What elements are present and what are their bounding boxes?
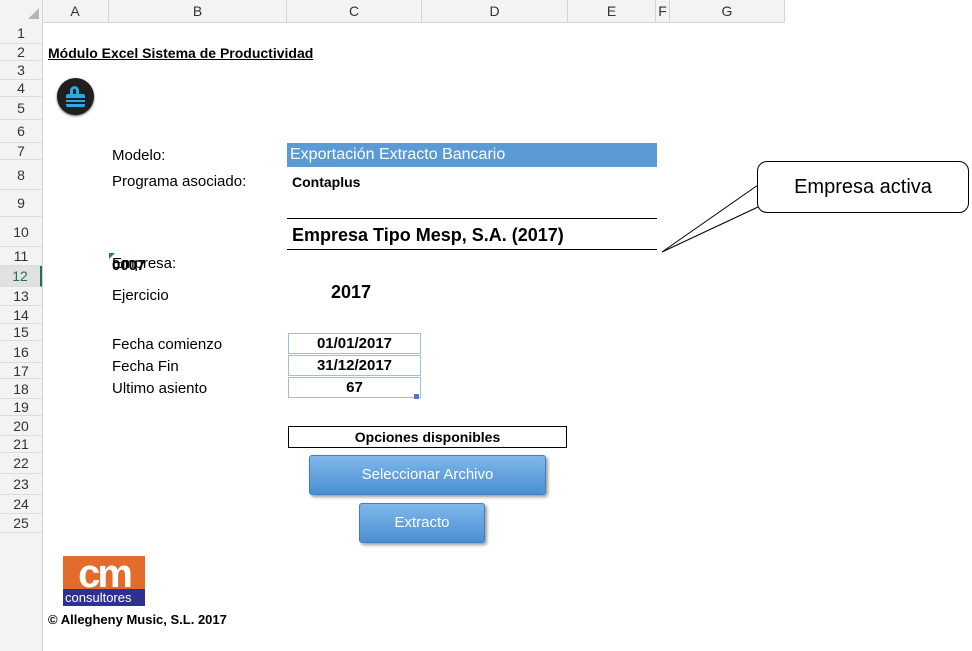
column-header-e[interactable]: E	[568, 0, 656, 22]
row-header[interactable]: 15	[0, 324, 42, 341]
column-header-d[interactable]: D	[422, 0, 568, 22]
empresa-bottom-border	[287, 249, 657, 250]
programa-label: Programa asociado:	[112, 173, 247, 190]
column-header-g[interactable]: G	[670, 0, 785, 22]
callout-pointer	[661, 185, 759, 253]
row-header[interactable]: 6	[0, 120, 42, 143]
lock-icon[interactable]	[57, 78, 94, 115]
row-header-bar: 1 2 3 4 5 6 7 8 9 10 11 12 13 14 15 16 1…	[0, 22, 43, 651]
ultimo-asiento-field[interactable]: 67	[288, 377, 421, 398]
row-header[interactable]: 9	[0, 190, 42, 217]
empresa-activa-callout[interactable]: Empresa activa	[757, 161, 969, 213]
row-header[interactable]: 23	[0, 474, 42, 495]
ejercicio-label: Ejercicio	[112, 287, 169, 304]
column-header-bar: A B C D E F G	[0, 0, 785, 23]
spreadsheet: A B C D E F G 1 2 3 4 5 6 7 8 9 10 11 12…	[0, 0, 785, 651]
empresa-value[interactable]: Empresa Tipo Mesp, S.A. (2017)	[292, 225, 564, 246]
cm-consultores-logo: cm consultores	[63, 552, 145, 606]
modelo-label: Modelo:	[112, 147, 166, 164]
select-all-corner[interactable]	[0, 0, 43, 22]
logo-text: consultores	[63, 589, 145, 606]
row-header[interactable]: 17	[0, 363, 42, 379]
page-title: Módulo Excel Sistema de Productividad	[48, 45, 314, 61]
column-header-f[interactable]: F	[656, 0, 670, 22]
programa-value[interactable]: Contaplus	[292, 174, 360, 190]
fecha-comienzo-field[interactable]: 01/01/2017	[288, 333, 421, 354]
row-header[interactable]: 3	[0, 61, 42, 80]
column-header-b[interactable]: B	[109, 0, 287, 22]
ejercicio-value[interactable]: 2017	[331, 282, 371, 303]
row-header[interactable]: 13	[0, 287, 42, 306]
row-header[interactable]: 11	[0, 247, 42, 266]
row-header[interactable]: 7	[0, 143, 42, 160]
row-header[interactable]: 14	[0, 306, 42, 324]
row-header[interactable]: 24	[0, 495, 42, 514]
row-header[interactable]: 18	[0, 379, 42, 399]
modelo-value[interactable]: Exportación Extracto Bancario	[287, 143, 657, 167]
row-header[interactable]: 2	[0, 44, 42, 61]
row-header[interactable]: 20	[0, 416, 42, 436]
column-header-a[interactable]: A	[42, 0, 109, 22]
row-header[interactable]: 19	[0, 399, 42, 416]
empresa-top-border	[287, 218, 657, 219]
row-header[interactable]: 4	[0, 80, 42, 97]
row-header[interactable]: 25	[0, 514, 42, 533]
row-header[interactable]: 10	[0, 217, 42, 247]
row-header[interactable]: 5	[0, 97, 42, 120]
row-header[interactable]: 1	[0, 22, 42, 44]
fecha-fin-label: Fecha Fin	[112, 358, 179, 375]
extracto-button[interactable]: Extracto	[359, 503, 485, 543]
row-header[interactable]: 16	[0, 341, 42, 363]
fill-handle[interactable]	[414, 394, 419, 399]
column-header-c[interactable]: C	[287, 0, 422, 22]
fecha-fin-field[interactable]: 31/12/2017	[288, 355, 421, 376]
seleccionar-archivo-button[interactable]: Seleccionar Archivo	[309, 455, 546, 495]
ultimo-asiento-label: Ultimo asiento	[112, 380, 208, 397]
row-header[interactable]: 21	[0, 436, 42, 453]
empresa-code[interactable]: 0007	[112, 257, 145, 274]
row-header[interactable]: 22	[0, 453, 42, 474]
row-header-selected[interactable]: 12	[0, 266, 42, 287]
opciones-disponibles-header: Opciones disponibles	[288, 426, 567, 448]
fecha-comienzo-label: Fecha comienzo	[112, 336, 223, 353]
copyright-text: © Allegheny Music, S.L. 2017	[48, 612, 227, 627]
row-header[interactable]: 8	[0, 160, 42, 190]
